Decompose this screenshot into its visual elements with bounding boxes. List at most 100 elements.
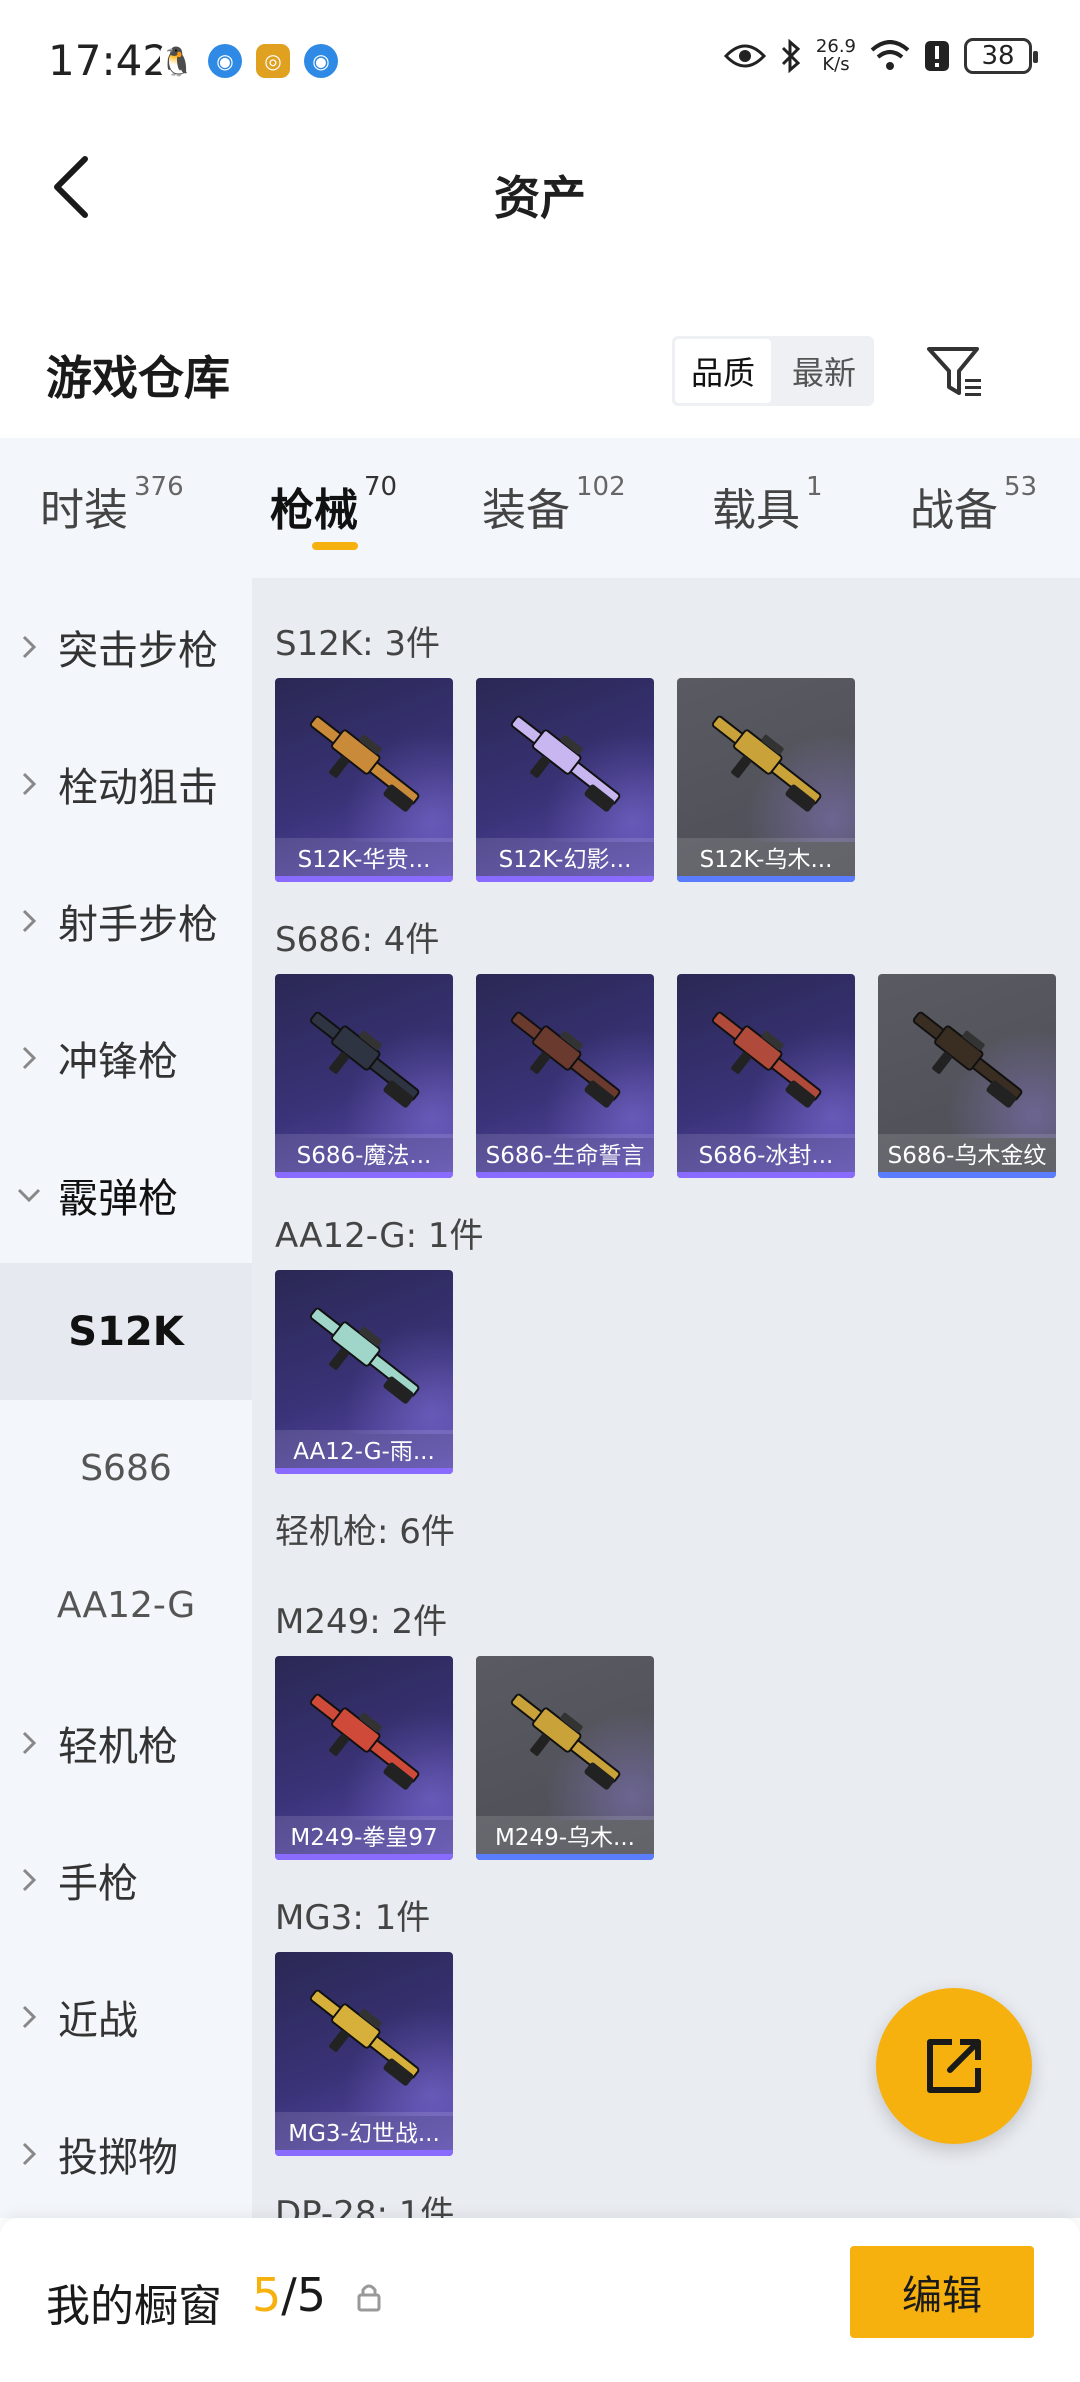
- rarity-bar: [476, 1172, 654, 1178]
- rarity-bar: [476, 876, 654, 882]
- chevron-right-icon: [22, 1731, 36, 1754]
- group-title: MG3: 1件: [275, 1898, 431, 1938]
- skin-name: AA12-G-雨...: [275, 1430, 453, 1468]
- chevron-right-icon: [22, 772, 36, 795]
- sidebar-item-pistol[interactable]: 手枪: [0, 1811, 252, 1948]
- rarity-bar: [275, 2150, 453, 2156]
- group-title: S12K: 3件: [275, 624, 441, 664]
- chevron-right-icon: [22, 635, 36, 658]
- skin-card[interactable]: S12K-乌木...: [677, 678, 855, 882]
- skin-card[interactable]: S686-生命誓言: [476, 974, 654, 1178]
- skin-name: S686-魔法...: [275, 1134, 453, 1172]
- skin-name: MG3-幻世战...: [275, 2112, 453, 2150]
- filter-button[interactable]: [920, 338, 990, 408]
- tab-firearms[interactable]: 枪械 70: [270, 472, 397, 538]
- battery-indicator: 38: [964, 38, 1038, 74]
- chevron-down-icon: [17, 1188, 41, 1202]
- showcase-bar: 我的橱窗 5/5 编辑: [0, 2218, 1080, 2382]
- notification-icons: 🐧 ◉ ◎ ◉: [160, 44, 338, 78]
- sidebar-subitem-aa12g[interactable]: AA12-G: [0, 1537, 252, 1674]
- skin-card[interactable]: AA12-G-雨...: [275, 1270, 453, 1474]
- tab-fashion[interactable]: 时装 376: [40, 472, 184, 538]
- rarity-bar: [476, 1854, 654, 1860]
- sidebar-subitem-s12k[interactable]: S12K: [0, 1263, 252, 1400]
- app-header: 资产: [0, 126, 1080, 250]
- filter-icon: [927, 347, 981, 396]
- skin-card[interactable]: S12K-幻影...: [476, 678, 654, 882]
- group-title: DP-28: 1件: [275, 2194, 455, 2218]
- rarity-bar: [677, 876, 855, 882]
- group-title: M249: 2件: [275, 1602, 448, 1642]
- skin-name: S686-乌木金纹: [878, 1134, 1056, 1172]
- share-button[interactable]: [876, 1988, 1032, 2144]
- group-title: 轻机枪: 6件: [275, 1512, 455, 1552]
- skin-card[interactable]: S12K-华贵...: [275, 678, 453, 882]
- eye-icon: [723, 44, 766, 68]
- skin-name: S686-生命誓言: [476, 1134, 654, 1172]
- weapon-skin-image: [510, 1693, 621, 1790]
- sort-toggle: 品质 最新: [672, 336, 874, 406]
- status-time: 17:42: [48, 36, 170, 85]
- chevron-right-icon: [22, 1046, 36, 1069]
- edit-button[interactable]: 编辑: [850, 2246, 1034, 2338]
- sidebar-subitem-s686[interactable]: S686: [0, 1400, 252, 1537]
- weapon-category-sidebar: 突击步枪 栓动狙击 射手步枪 冲锋枪 霰弹枪 S12K S686 AA12-G …: [0, 578, 252, 2218]
- tab-vehicles[interactable]: 载具 1: [712, 472, 823, 538]
- skin-card[interactable]: S686-乌木金纹: [878, 974, 1056, 1178]
- skin-name: S686-冰封...: [677, 1134, 855, 1172]
- sidebar-item-melee[interactable]: 近战: [0, 1948, 252, 2085]
- browser-icon: ◉: [304, 44, 338, 78]
- group-title: AA12-G: 1件: [275, 1216, 484, 1256]
- browser-icon: ◉: [208, 44, 242, 78]
- status-bar: 17:42 🐧 ◉ ◎ ◉ 26.9 K/s 38: [0, 0, 1080, 126]
- sidebar-item-bolt-sniper[interactable]: 栓动狙击: [0, 715, 252, 852]
- skin-name: M249-乌木...: [476, 1816, 654, 1854]
- weapon-skin-image: [309, 1011, 420, 1108]
- chevron-right-icon: [22, 2142, 36, 2165]
- rarity-bar: [878, 1172, 1056, 1178]
- skin-name: S12K-乌木...: [677, 838, 855, 876]
- share-external-icon: [927, 2039, 981, 2093]
- rarity-bar: [275, 1468, 453, 1474]
- network-speed: 26.9 K/s: [815, 36, 856, 75]
- chevron-right-icon: [22, 909, 36, 932]
- skin-card[interactable]: M249-乌木...: [476, 1656, 654, 1860]
- rarity-bar: [275, 1854, 453, 1860]
- sidebar-item-assault-rifle[interactable]: 突击步枪: [0, 578, 252, 715]
- sidebar-item-lmg[interactable]: 轻机枪: [0, 1674, 252, 1811]
- weapon-skin-image: [711, 1011, 822, 1108]
- weapon-skin-image: [309, 1307, 420, 1404]
- page-title: 资产: [494, 171, 586, 225]
- alert-icon: [925, 41, 949, 71]
- group-title: S686: 4件: [275, 920, 440, 960]
- app-notification-icon: ◎: [256, 44, 290, 78]
- sidebar-item-smg[interactable]: 冲锋枪: [0, 989, 252, 1126]
- warehouse-header: 游戏仓库 品质 最新: [0, 318, 1080, 438]
- weapon-skin-image: [912, 1011, 1023, 1108]
- rarity-bar: [275, 876, 453, 882]
- skin-name: S12K-幻影...: [476, 838, 654, 876]
- rarity-bar: [275, 1172, 453, 1178]
- skin-name: S12K-华贵...: [275, 838, 453, 876]
- sort-newest-option[interactable]: 最新: [774, 336, 874, 406]
- weapon-skin-image: [510, 1011, 621, 1108]
- weapon-skin-image: [510, 715, 621, 812]
- showcase-count: 5/5: [252, 2268, 327, 2322]
- tab-equipment[interactable]: 装备 102: [482, 472, 626, 538]
- sidebar-item-throwables[interactable]: 投掷物: [0, 2085, 252, 2222]
- weapon-skin-image: [309, 1693, 420, 1790]
- weapon-skin-image: [711, 715, 822, 812]
- sort-quality-option[interactable]: 品质: [675, 339, 771, 403]
- tab-supplies[interactable]: 战备 53: [910, 472, 1037, 538]
- warehouse-title: 游戏仓库: [46, 351, 230, 405]
- skin-card[interactable]: S686-冰封...: [677, 974, 855, 1178]
- skin-card[interactable]: M249-拳皇97: [275, 1656, 453, 1860]
- skin-card[interactable]: S686-魔法...: [275, 974, 453, 1178]
- skin-name: M249-拳皇97: [275, 1816, 453, 1854]
- chevron-right-icon: [22, 2005, 36, 2028]
- sidebar-item-shotgun[interactable]: 霰弹枪: [0, 1126, 252, 1263]
- skin-card[interactable]: MG3-幻世战...: [275, 1952, 453, 2156]
- weapon-skin-list: S12K: 3件 S12K-华贵... S12K-幻影... S12K-乌木... S6…: [252, 578, 1080, 2218]
- qq-icon: 🐧: [159, 44, 195, 78]
- sidebar-item-marksman-rifle[interactable]: 射手步枪: [0, 852, 252, 989]
